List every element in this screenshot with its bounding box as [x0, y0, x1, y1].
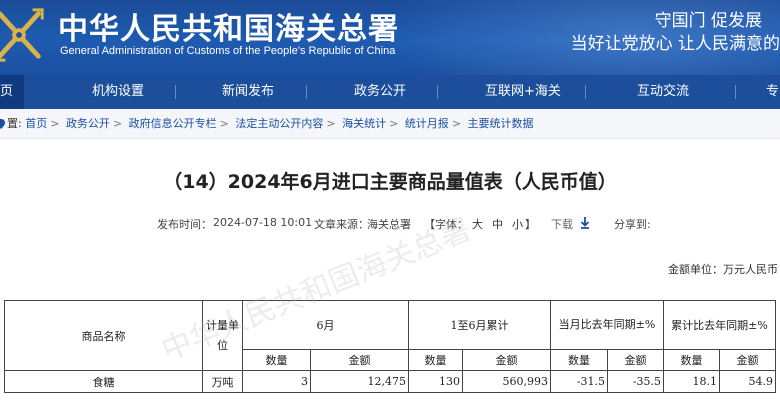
header-month: 6月 — [242, 300, 409, 350]
slogan-line-1: 守国门 促发展 — [654, 11, 762, 31]
table-row: 食糖 万吨 3 12,475 130 560,993 -31.5 -35.5 1… — [4, 370, 776, 393]
breadcrumb: 置: 首页 > 政务公开 > 政府信息公开专栏 > 法定主动公开内容 > 海关统计 > 统… — [0, 109, 780, 139]
breadcrumb-prefix: 置: — [7, 117, 22, 130]
header-cum-yoy-qty: 数量 — [663, 349, 720, 371]
breadcrumb-item-statutory-content[interactable]: 法定主动公开内容 — [235, 109, 323, 139]
nav-separator — [306, 85, 307, 99]
breadcrumb-separator: > — [389, 117, 399, 130]
cell-cum-amount: 560,993 — [462, 370, 551, 393]
breadcrumb-separator: > — [326, 117, 336, 130]
nav-item-special[interactable]: 专 — [766, 75, 779, 109]
header-cum-qty: 数量 — [408, 349, 463, 371]
import-commodity-table: 商品名称 计量单位 6月 1至6月累计 当月比去年同期±% 累计比去年同期±% … — [4, 300, 776, 393]
cell-cum-qty-yoy: 18.1 — [663, 370, 720, 393]
site-subtitle: General Administration of Customs of the… — [60, 45, 396, 57]
site-title[interactable]: 中华人民共和国海关总署 — [58, 4, 399, 48]
header-month-yoy-qty: 数量 — [550, 349, 608, 371]
amount-unit-note: 金额单位：万元人民币 — [668, 263, 778, 276]
font-size-end: 】 — [525, 218, 536, 231]
header-commodity-name: 商品名称 — [4, 300, 203, 371]
location-icon — [0, 119, 5, 129]
header-month-qty: 数量 — [242, 349, 311, 371]
cell-month-qty-yoy: -31.5 — [550, 370, 608, 393]
source-label: 文章来源： — [314, 218, 369, 231]
nav-separator — [585, 85, 586, 99]
download-link[interactable]: 下载 — [551, 216, 573, 232]
breadcrumb-separator: > — [112, 117, 123, 130]
nav-separator — [735, 85, 736, 99]
nav-separator — [175, 85, 176, 99]
header-cumulative: 1至6月累计 — [408, 300, 551, 350]
cell-commodity-name: 食糖 — [4, 370, 203, 393]
article-title: （14）2024年6月进口主要商品量值表（人民币值） — [163, 171, 617, 193]
nav-separator — [437, 85, 438, 99]
header-cum-amount: 金额 — [462, 349, 551, 371]
header-month-yoy: 当月比去年同期±% — [550, 300, 664, 350]
cell-month-amount-yoy: -35.5 — [607, 370, 664, 393]
publish-time: 2024-07-18 10:01 — [213, 216, 313, 229]
nav-item-interaction[interactable]: 互动交流 — [637, 75, 689, 109]
breadcrumb-item-customs-statistics[interactable]: 海关统计 — [342, 109, 386, 139]
header-cum-yoy-amount: 金额 — [719, 349, 776, 371]
breadcrumb-item-info-disclosure[interactable]: 政府信息公开专栏 — [129, 109, 217, 139]
header-banner: 中华人民共和国海关总署 General Administration of Cu… — [0, 0, 780, 75]
source-value: 海关总署 — [367, 218, 411, 231]
article-meta: 发布时间： 2024-07-18 10:01 文章来源： 海关总署 【字体： 大… — [0, 216, 780, 232]
main-nav: 页 机构设置 新闻发布 政务公开 互联网+海关 互动交流 专 — [0, 75, 780, 109]
breadcrumb-item-government-affairs[interactable]: 政务公开 — [66, 109, 110, 139]
breadcrumb-separator: > — [451, 117, 462, 130]
breadcrumb-item-home[interactable]: 首页 — [25, 109, 47, 139]
header-month-yoy-amount: 金额 — [607, 349, 664, 371]
nav-item-internet-customs[interactable]: 互联网+海关 — [485, 75, 561, 109]
cell-unit: 万吨 — [202, 370, 243, 393]
download-icon[interactable] — [580, 217, 590, 229]
font-size-large-link[interactable]: 大 — [472, 216, 483, 232]
nav-item-organization[interactable]: 机构设置 — [92, 75, 144, 109]
nav-item-government-affairs[interactable]: 政务公开 — [354, 75, 406, 109]
publish-time-label: 发布时间： — [157, 218, 212, 231]
font-size-medium-link[interactable]: 中 — [492, 216, 503, 232]
breadcrumb-item-monthly-report[interactable]: 统计月报 — [405, 109, 449, 139]
font-size-small-link[interactable]: 小 — [512, 216, 523, 232]
breadcrumb-separator: > — [50, 117, 60, 130]
cell-month-qty: 3 — [242, 370, 311, 393]
cell-month-amount: 12,475 — [310, 370, 409, 393]
font-size-label: 【字体： — [424, 218, 468, 231]
breadcrumb-item-main-data[interactable]: 主要统计数据 — [468, 109, 534, 139]
header-month-amount: 金额 — [310, 349, 409, 371]
nav-item-home[interactable]: 页 — [0, 75, 24, 109]
header-cumulative-yoy: 累计比去年同期±% — [663, 300, 776, 350]
header-unit: 计量单位 — [202, 300, 243, 371]
breadcrumb-separator: > — [219, 117, 229, 130]
slogan-line-2: 当好让党放心 让人民满意的 — [570, 34, 780, 54]
share-label: 分享到: — [614, 218, 651, 231]
cell-cum-qty: 130 — [408, 370, 463, 393]
customs-emblem-icon[interactable] — [0, 6, 48, 64]
nav-item-news[interactable]: 新闻发布 — [222, 75, 274, 109]
cell-cum-amount-yoy: 54.9 — [719, 370, 776, 393]
